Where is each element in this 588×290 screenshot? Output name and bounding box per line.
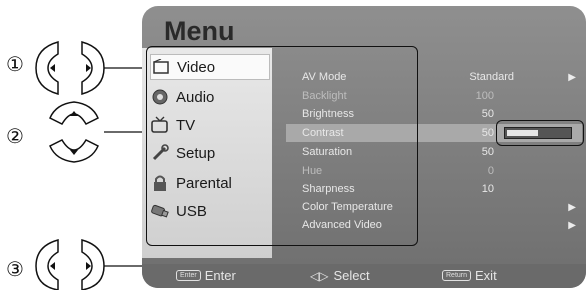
- dpad-icon: ◁▷: [310, 268, 329, 283]
- menu-title: Menu: [164, 16, 235, 46]
- setting-value: 50: [481, 146, 494, 158]
- down-button[interactable]: [49, 139, 99, 163]
- footer-select: ◁▷ Select: [310, 268, 370, 283]
- setting-value: 50: [481, 127, 494, 139]
- return-key-icon: Return: [442, 270, 472, 281]
- chevron-right-icon: ▶: [568, 201, 576, 213]
- footer-exit: Return Exit: [442, 268, 497, 283]
- right-button-3[interactable]: [81, 239, 105, 290]
- footer-enter: Enter Enter: [176, 268, 236, 283]
- menu-footer: Enter Enter ◁▷ Select Return Exit: [142, 264, 586, 288]
- footer-select-label: Select: [333, 268, 370, 283]
- left-button-3[interactable]: [35, 239, 59, 290]
- setting-value: 50: [481, 108, 494, 120]
- left-button-1[interactable]: [35, 41, 59, 95]
- footer-enter-label: Enter: [204, 268, 236, 283]
- enter-key-icon: Enter: [176, 270, 201, 281]
- setting-value: 0: [487, 165, 494, 177]
- tv-menu-screen: Menu Video Audio TV Setup Parental USB A…: [142, 6, 586, 288]
- setting-value: 10: [481, 183, 494, 195]
- right-button-1[interactable]: [81, 41, 105, 95]
- slider-highlight-outline: [496, 120, 584, 146]
- up-button[interactable]: [49, 101, 99, 125]
- footer-exit-label: Exit: [475, 268, 497, 283]
- category-highlight-outline: [146, 46, 418, 246]
- setting-value: 100: [475, 90, 494, 102]
- chevron-right-icon: ▶: [568, 219, 576, 231]
- setting-value: Standard: [469, 71, 514, 83]
- chevron-right-icon: ▶: [568, 71, 576, 83]
